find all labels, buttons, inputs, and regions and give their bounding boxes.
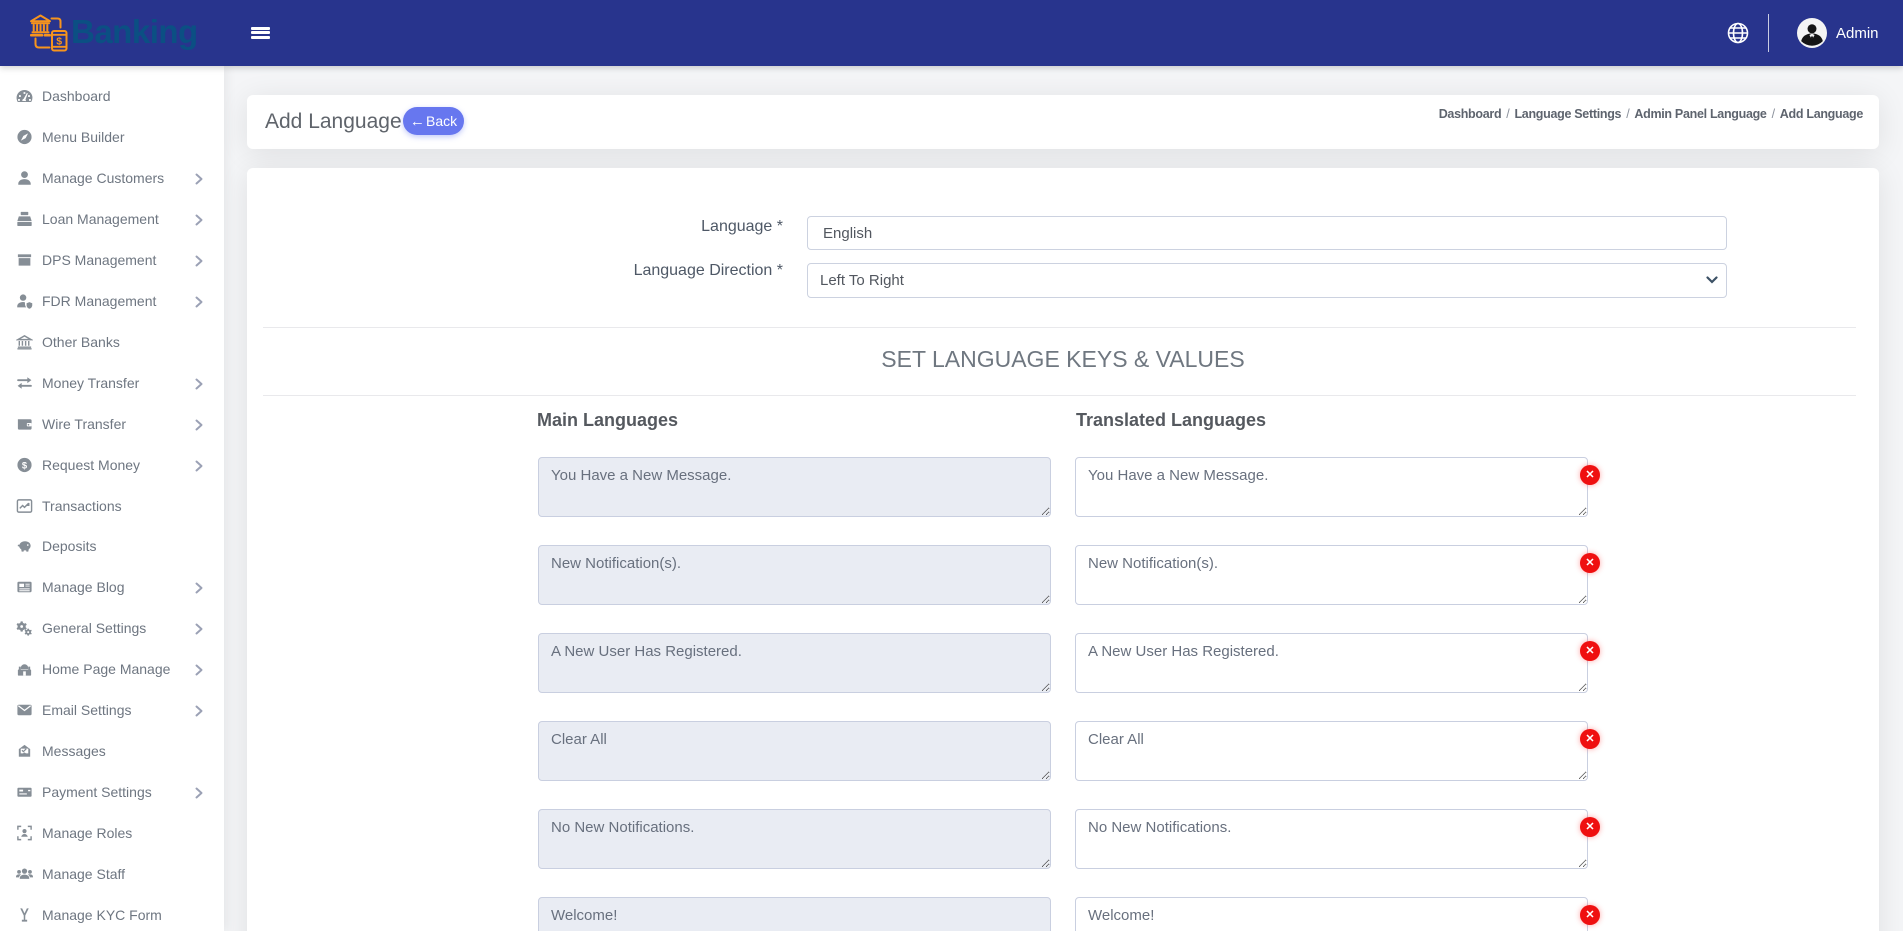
svg-text:$: $ bbox=[56, 35, 62, 47]
svg-text:$: $ bbox=[22, 460, 28, 471]
